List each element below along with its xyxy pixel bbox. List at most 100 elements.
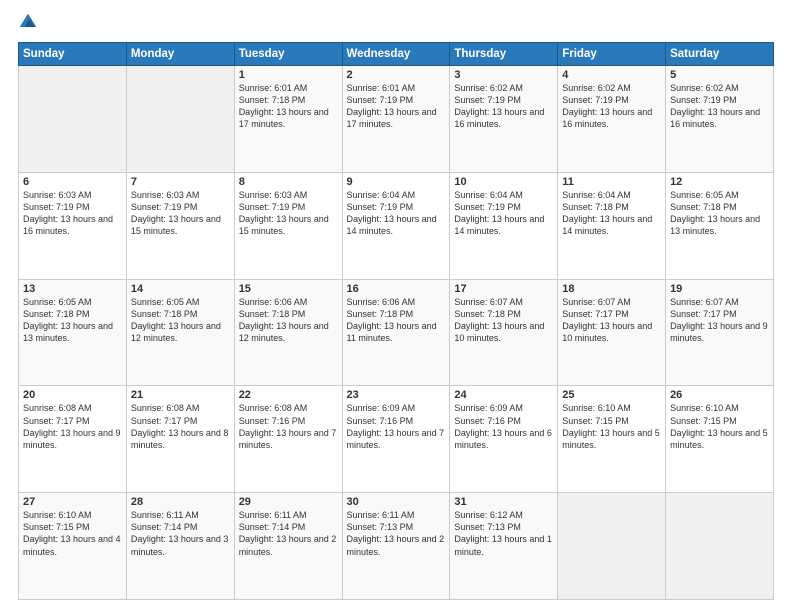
day-number: 24 (454, 389, 553, 401)
day-info: Sunrise: 6:05 AM Sunset: 7:18 PM Dayligh… (131, 296, 230, 345)
calendar-cell: 2Sunrise: 6:01 AM Sunset: 7:19 PM Daylig… (342, 66, 450, 173)
day-info: Sunrise: 6:11 AM Sunset: 7:14 PM Dayligh… (239, 509, 338, 558)
calendar-cell: 5Sunrise: 6:02 AM Sunset: 7:19 PM Daylig… (666, 66, 774, 173)
weekday-header-tuesday: Tuesday (234, 43, 342, 66)
weekday-header-friday: Friday (558, 43, 666, 66)
calendar-table: SundayMondayTuesdayWednesdayThursdayFrid… (18, 42, 774, 600)
day-info: Sunrise: 6:02 AM Sunset: 7:19 PM Dayligh… (562, 82, 661, 131)
day-number: 30 (347, 496, 446, 508)
calendar-week-2: 6Sunrise: 6:03 AM Sunset: 7:19 PM Daylig… (19, 172, 774, 279)
day-number: 23 (347, 389, 446, 401)
day-info: Sunrise: 6:04 AM Sunset: 7:19 PM Dayligh… (454, 189, 553, 238)
day-info: Sunrise: 6:01 AM Sunset: 7:18 PM Dayligh… (239, 82, 338, 131)
calendar-cell: 19Sunrise: 6:07 AM Sunset: 7:17 PM Dayli… (666, 279, 774, 386)
day-info: Sunrise: 6:03 AM Sunset: 7:19 PM Dayligh… (23, 189, 122, 238)
day-info: Sunrise: 6:08 AM Sunset: 7:16 PM Dayligh… (239, 402, 338, 451)
day-number: 25 (562, 389, 661, 401)
day-number: 4 (562, 69, 661, 81)
day-number: 11 (562, 176, 661, 188)
day-number: 29 (239, 496, 338, 508)
day-number: 22 (239, 389, 338, 401)
calendar-cell: 6Sunrise: 6:03 AM Sunset: 7:19 PM Daylig… (19, 172, 127, 279)
day-number: 14 (131, 283, 230, 295)
calendar-cell: 26Sunrise: 6:10 AM Sunset: 7:15 PM Dayli… (666, 386, 774, 493)
day-info: Sunrise: 6:09 AM Sunset: 7:16 PM Dayligh… (454, 402, 553, 451)
calendar-cell: 12Sunrise: 6:05 AM Sunset: 7:18 PM Dayli… (666, 172, 774, 279)
day-info: Sunrise: 6:08 AM Sunset: 7:17 PM Dayligh… (131, 402, 230, 451)
day-info: Sunrise: 6:09 AM Sunset: 7:16 PM Dayligh… (347, 402, 446, 451)
calendar-cell (19, 66, 127, 173)
day-number: 9 (347, 176, 446, 188)
weekday-header-thursday: Thursday (450, 43, 558, 66)
calendar-cell: 14Sunrise: 6:05 AM Sunset: 7:18 PM Dayli… (126, 279, 234, 386)
day-info: Sunrise: 6:07 AM Sunset: 7:17 PM Dayligh… (562, 296, 661, 345)
day-info: Sunrise: 6:05 AM Sunset: 7:18 PM Dayligh… (23, 296, 122, 345)
day-info: Sunrise: 6:12 AM Sunset: 7:13 PM Dayligh… (454, 509, 553, 558)
day-number: 6 (23, 176, 122, 188)
weekday-header-sunday: Sunday (19, 43, 127, 66)
day-number: 31 (454, 496, 553, 508)
day-number: 26 (670, 389, 769, 401)
day-info: Sunrise: 6:03 AM Sunset: 7:19 PM Dayligh… (131, 189, 230, 238)
calendar-cell: 9Sunrise: 6:04 AM Sunset: 7:19 PM Daylig… (342, 172, 450, 279)
day-number: 18 (562, 283, 661, 295)
day-info: Sunrise: 6:02 AM Sunset: 7:19 PM Dayligh… (670, 82, 769, 131)
calendar-cell: 22Sunrise: 6:08 AM Sunset: 7:16 PM Dayli… (234, 386, 342, 493)
calendar-cell: 27Sunrise: 6:10 AM Sunset: 7:15 PM Dayli… (19, 493, 127, 600)
day-number: 20 (23, 389, 122, 401)
weekday-header-wednesday: Wednesday (342, 43, 450, 66)
calendar-week-4: 20 Sunrise: 6:08 AM Sunset: 7:17 PM Dayli… (19, 386, 774, 493)
day-info: Sunrise: 6:06 AM Sunset: 7:18 PM Dayligh… (239, 296, 338, 345)
day-info: Sunrise: 6:01 AM Sunset: 7:19 PM Dayligh… (347, 82, 446, 131)
day-info: Sunrise: 6:04 AM Sunset: 7:19 PM Dayligh… (347, 189, 446, 238)
day-info: Sunrise: 6:03 AM Sunset: 7:19 PM Dayligh… (239, 189, 338, 238)
day-number: 16 (347, 283, 446, 295)
day-info: Sunrise: 6:06 AM Sunset: 7:18 PM Dayligh… (347, 296, 446, 345)
weekday-header-row: SundayMondayTuesdayWednesdayThursdayFrid… (19, 43, 774, 66)
day-info: Sunrise: 6:10 AM Sunset: 7:15 PM Dayligh… (562, 402, 661, 451)
day-number: 19 (670, 283, 769, 295)
calendar-cell: 25Sunrise: 6:10 AM Sunset: 7:15 PM Dayli… (558, 386, 666, 493)
day-number: 13 (23, 283, 122, 295)
calendar-cell: 20Sunrise: 6:08 AM Sunset: 7:17 PM Dayli… (19, 386, 127, 493)
calendar-week-5: 27Sunrise: 6:10 AM Sunset: 7:15 PM Dayli… (19, 493, 774, 600)
calendar-cell: 7Sunrise: 6:03 AM Sunset: 7:19 PM Daylig… (126, 172, 234, 279)
calendar-cell: 30Sunrise: 6:11 AM Sunset: 7:13 PM Dayli… (342, 493, 450, 600)
day-number: 27 (23, 496, 122, 508)
logo-icon (18, 12, 38, 32)
day-info: Sunrise: 6:07 AM Sunset: 7:17 PM Dayligh… (670, 296, 769, 345)
logo (18, 12, 42, 32)
day-number: 2 (347, 69, 446, 81)
calendar-cell: 18Sunrise: 6:07 AM Sunset: 7:17 PM Dayli… (558, 279, 666, 386)
weekday-header-saturday: Saturday (666, 43, 774, 66)
calendar-cell: 8Sunrise: 6:03 AM Sunset: 7:19 PM Daylig… (234, 172, 342, 279)
day-info: Sunrise: 6:07 AM Sunset: 7:18 PM Dayligh… (454, 296, 553, 345)
calendar-week-1: 1Sunrise: 6:01 AM Sunset: 7:18 PM Daylig… (19, 66, 774, 173)
day-number: 5 (670, 69, 769, 81)
calendar-cell: 3Sunrise: 6:02 AM Sunset: 7:19 PM Daylig… (450, 66, 558, 173)
calendar-cell: 24Sunrise: 6:09 AM Sunset: 7:16 PM Dayli… (450, 386, 558, 493)
day-info: Sunrise: 6:11 AM Sunset: 7:13 PM Dayligh… (347, 509, 446, 558)
day-number: 17 (454, 283, 553, 295)
day-number: 1 (239, 69, 338, 81)
day-info: Sunrise: 6:10 AM Sunset: 7:15 PM Dayligh… (670, 402, 769, 451)
calendar-week-3: 13Sunrise: 6:05 AM Sunset: 7:18 PM Dayli… (19, 279, 774, 386)
day-number: 7 (131, 176, 230, 188)
calendar-cell: 15Sunrise: 6:06 AM Sunset: 7:18 PM Dayli… (234, 279, 342, 386)
calendar-cell: 21Sunrise: 6:08 AM Sunset: 7:17 PM Dayli… (126, 386, 234, 493)
calendar-cell: 13Sunrise: 6:05 AM Sunset: 7:18 PM Dayli… (19, 279, 127, 386)
calendar-cell: 4Sunrise: 6:02 AM Sunset: 7:19 PM Daylig… (558, 66, 666, 173)
day-info: Sunrise: 6:11 AM Sunset: 7:14 PM Dayligh… (131, 509, 230, 558)
day-number: 10 (454, 176, 553, 188)
day-number: 12 (670, 176, 769, 188)
weekday-header-monday: Monday (126, 43, 234, 66)
calendar-cell: 17Sunrise: 6:07 AM Sunset: 7:18 PM Dayli… (450, 279, 558, 386)
calendar-cell (558, 493, 666, 600)
day-number: 3 (454, 69, 553, 81)
day-number: 8 (239, 176, 338, 188)
day-info: Sunrise: 6:10 AM Sunset: 7:15 PM Dayligh… (23, 509, 122, 558)
day-number: 21 (131, 389, 230, 401)
day-number: 15 (239, 283, 338, 295)
calendar-cell: 28Sunrise: 6:11 AM Sunset: 7:14 PM Dayli… (126, 493, 234, 600)
day-number: 28 (131, 496, 230, 508)
